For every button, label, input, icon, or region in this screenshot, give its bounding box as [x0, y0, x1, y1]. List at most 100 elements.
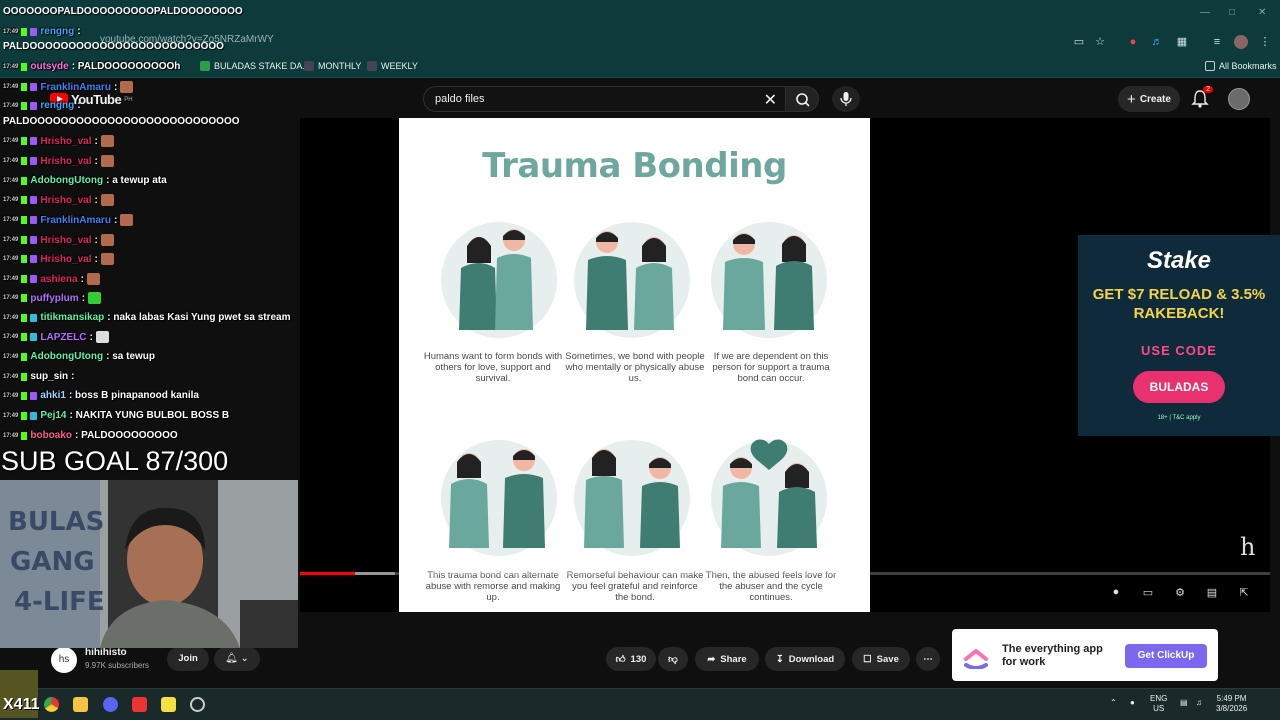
tray-mic-icon[interactable]: ● [1130, 698, 1135, 708]
illustration-couple-4 [441, 440, 557, 556]
kick-badge-icon [21, 27, 28, 36]
profile-icon[interactable] [1234, 35, 1248, 49]
like-button[interactable]: 👍︎ 130 [606, 647, 656, 671]
save-button[interactable]: ☐ Save [852, 647, 910, 671]
create-button[interactable]: + Create [1118, 86, 1180, 112]
emote-icon [86, 273, 100, 285]
stake-ad[interactable]: Stake GET $7 RELOAD & 3.5% RAKEBACK! USE… [1078, 235, 1280, 436]
clear-search-icon[interactable]: ✕ [764, 90, 777, 110]
file-explorer-icon[interactable] [73, 697, 88, 712]
progress-played [300, 572, 356, 575]
network-icon[interactable]: ▤ [1180, 698, 1188, 708]
kick-badge-icon [21, 411, 28, 420]
svg-text:4-LIFE: 4-LIFE [14, 587, 105, 617]
clickup-ad[interactable]: The everything app for work Get ClickUp [952, 629, 1218, 681]
kick-badge-icon [21, 275, 28, 283]
bookmark-icon [304, 61, 314, 71]
bookmark-weekly[interactable]: WEEKLY [367, 61, 418, 71]
autoplay-toggle[interactable]: ● [1106, 586, 1126, 602]
chat-message: 17:49 Hrisho_val: [3, 234, 114, 246]
kick-badge-icon [21, 176, 28, 185]
download-button[interactable]: ↧ Download [765, 647, 845, 671]
chat-message: 17:49 Hrisho_val: [3, 253, 114, 265]
kick-badge-icon [21, 333, 28, 341]
chat-message: PALDOOOOOOOOOOOOOOOOOOOOOOOOOOO [3, 116, 240, 127]
settings-gear-icon[interactable]: ⚙ [1172, 586, 1188, 602]
chat-message: 17:49 Hrisho_val: [3, 135, 114, 147]
chat-message: 17:49 rengng: [3, 26, 81, 37]
stake-code-button[interactable]: BULADAS [1133, 371, 1225, 403]
kick-badge-icon [21, 137, 28, 145]
channel-name[interactable]: hihihisto [85, 647, 127, 658]
kick-badge-icon [21, 255, 28, 263]
kick-badge-icon [21, 431, 28, 440]
chat-message: 17:49 boboako: PALDOOOOOOOOO [3, 430, 178, 441]
notification-badge: 2 [1203, 86, 1213, 93]
miniplayer-icon[interactable]: ▤ [1204, 586, 1220, 602]
sub-badge-icon [30, 137, 38, 145]
account-avatar[interactable] [1228, 88, 1250, 110]
search-button[interactable] [785, 86, 819, 112]
join-button[interactable]: Join [167, 647, 209, 671]
kick-badge-icon [21, 391, 28, 400]
more-actions-button[interactable]: ⋯ [916, 647, 940, 671]
chat-message: 17:49 LAPZELC: [3, 331, 109, 343]
close-window-icon[interactable]: ✕ [1258, 7, 1266, 18]
bookmark-icon [367, 61, 377, 71]
channel-watermark[interactable]: h [1240, 533, 1255, 561]
notifications-button[interactable]: 2 [1191, 86, 1213, 109]
clickup-cta-button[interactable]: Get ClickUp [1125, 644, 1207, 668]
stake-brand: Stake [1146, 247, 1212, 274]
sticky-notes-icon[interactable] [161, 697, 176, 712]
discord-icon[interactable] [103, 697, 118, 712]
bookmark-monthly[interactable]: MONTHLY [304, 61, 361, 71]
language-indicator[interactable]: ENG US [1150, 694, 1167, 714]
illustration-couple-3 [711, 222, 827, 338]
kick-badge-icon [21, 294, 28, 302]
bookmark-star-icon[interactable]: ☆ [1093, 35, 1107, 49]
channel-avatar[interactable]: hs [51, 647, 77, 673]
sub-badge-icon [30, 196, 38, 204]
minimize-icon[interactable]: — [1200, 7, 1210, 18]
audio-icon[interactable]: ♬ [1150, 35, 1164, 49]
stake-headline: GET $7 RELOAD & 3.5% RAKEBACK! [1092, 286, 1266, 322]
chrome-icon[interactable] [44, 697, 59, 712]
search-input[interactable]: paldo files ✕ [423, 86, 785, 112]
save-icon: ☐ [863, 653, 872, 665]
emote-icon [100, 135, 114, 147]
adobe-icon[interactable] [132, 697, 147, 712]
tab-search-icon[interactable]: ≡ [1210, 35, 1224, 49]
volume-icon[interactable]: ♫ [1196, 698, 1202, 708]
clickup-text: The everything app for work [1002, 643, 1103, 668]
tray-chevron-icon[interactable]: ⌃ [1110, 698, 1117, 708]
captions-icon[interactable]: ▭ [1140, 586, 1156, 602]
all-bookmarks[interactable]: All Bookmarks [1205, 61, 1277, 71]
voice-search-button[interactable] [832, 86, 860, 112]
sub-goal-overlay: SUB GOAL 87/300 [1, 446, 229, 476]
menu-icon[interactable]: ⋮ [1258, 35, 1272, 49]
maximize-icon[interactable]: □ [1229, 7, 1235, 18]
cast-icon[interactable]: ▭ [1072, 35, 1086, 49]
sub-badge-icon [30, 101, 38, 110]
chat-message: 17:49 rengng: [3, 100, 81, 111]
video-frame: Trauma Bonding Humans want to form bonds… [399, 118, 870, 612]
chat-message-top: OOOOOOOPALDOOOOOOOOOPALDOOOOOOOO [3, 6, 243, 17]
video-progress-bar[interactable] [300, 572, 1270, 575]
illustration-couple-1 [441, 222, 557, 338]
fullscreen-icon[interactable]: ⇱ [1236, 586, 1252, 602]
clock[interactable]: 5:49 PM 3/8/2026 [1216, 694, 1247, 714]
subscribed-button[interactable]: 🔔︎ ⌄ [214, 647, 260, 671]
caption-2: Sometimes, we bond with people who menta… [565, 351, 705, 384]
settings-icon[interactable] [190, 697, 205, 712]
plus-icon: + [1127, 90, 1136, 108]
dislike-button[interactable]: 👎︎ [658, 647, 688, 671]
emote-icon [88, 292, 102, 304]
extension-icon[interactable]: ● [1126, 35, 1140, 49]
chat-message: 17:49 FranklinAmaru: [3, 81, 134, 93]
search-icon [796, 93, 810, 107]
sub-badge-icon [30, 83, 38, 91]
share-button[interactable]: ➦ Share [695, 647, 759, 671]
extensions-icon[interactable]: ▦ [1175, 35, 1189, 49]
subscriber-count: 9.97K subscribers [85, 661, 150, 670]
chat-message: 17:49 Hrisho_val: [3, 194, 114, 206]
